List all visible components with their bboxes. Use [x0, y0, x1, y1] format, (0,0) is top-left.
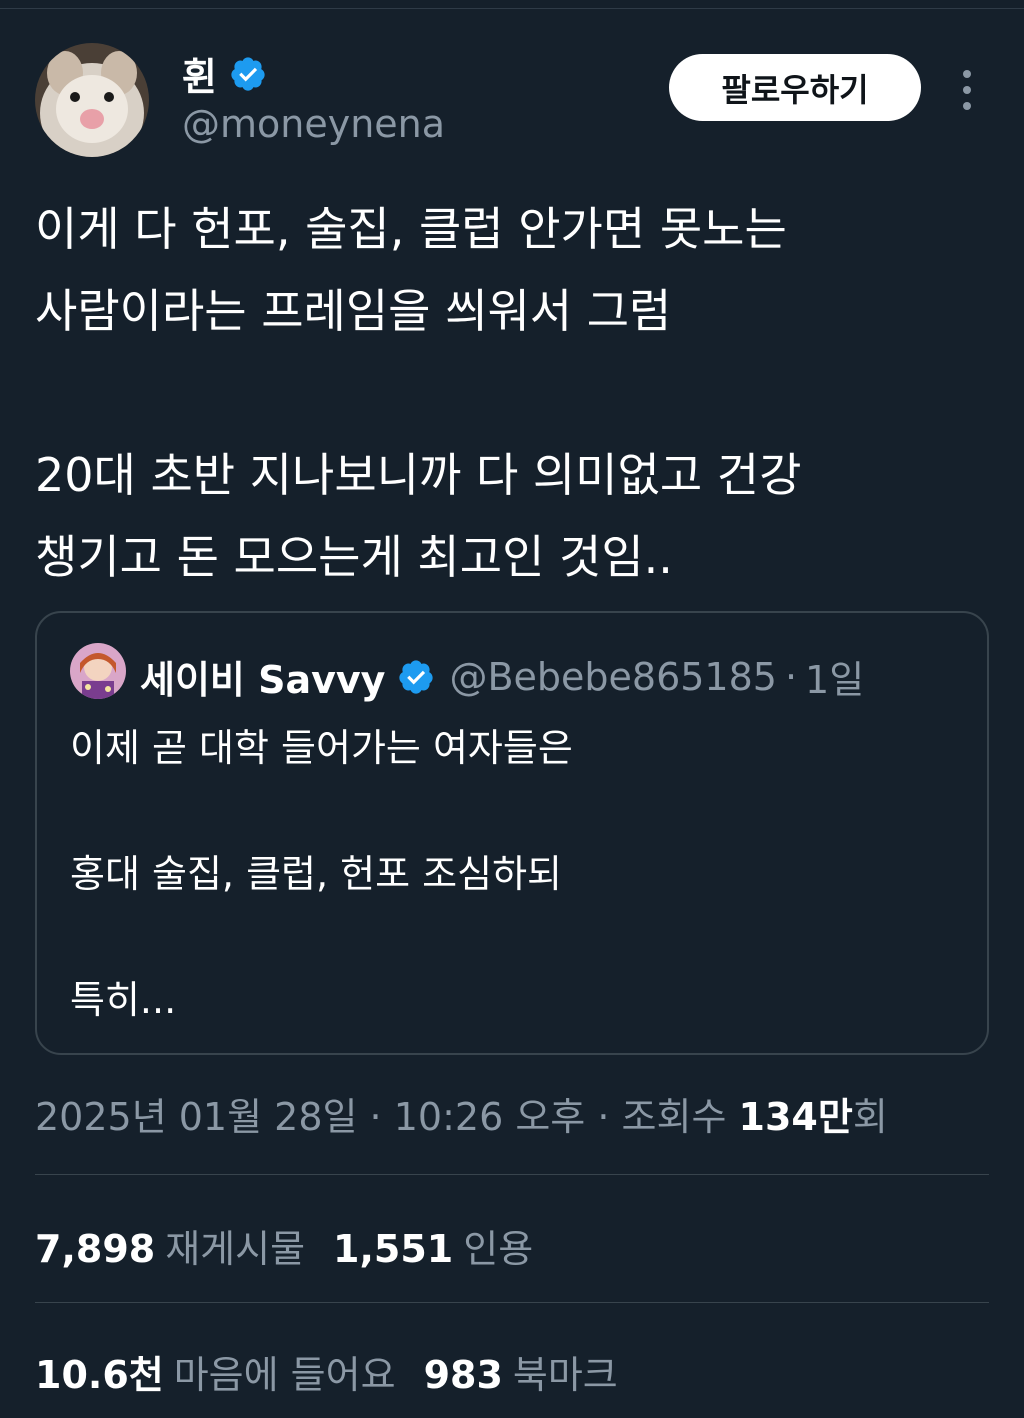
quoted-header: 세이비 Savvy @Bebebe865185 · 1일: [140, 649, 864, 704]
bookmarks-label: 북마크: [512, 1353, 618, 1397]
stats-row-1: 7,898 재게시물 1,551 인용: [35, 1218, 533, 1273]
more-dot: [963, 70, 971, 78]
verified-badge-icon: [231, 56, 265, 91]
likes-count: 10.6천: [35, 1353, 164, 1397]
quoted-tweet[interactable]: 세이비 Savvy @Bebebe865185 · 1일 이제 곧 대학 들어가…: [35, 611, 989, 1055]
top-divider: [0, 8, 1024, 9]
reposts-label: 재게시물: [165, 1227, 306, 1271]
views-label: 조회수: [621, 1095, 727, 1139]
verified-badge-icon: [399, 659, 434, 694]
likes-stat[interactable]: 10.6천 마음에 들어요: [35, 1344, 396, 1399]
more-vertical-icon[interactable]: [957, 70, 977, 110]
divider: [35, 1302, 989, 1303]
tweet-time[interactable]: 10:26 오후: [394, 1095, 586, 1139]
author-handle[interactable]: @moneynena: [182, 102, 445, 146]
separator-dot: ·: [784, 654, 798, 699]
quotes-stat[interactable]: 1,551 인용: [333, 1218, 533, 1273]
more-dot: [963, 102, 971, 110]
quoted-author-name[interactable]: 세이비 Savvy: [140, 649, 385, 704]
tweet-header: 휜 @moneynena 팔로우하기: [35, 40, 995, 160]
author-name[interactable]: 휜: [182, 46, 217, 101]
likes-label: 마음에 들어요: [173, 1353, 396, 1397]
author-avatar[interactable]: [35, 43, 149, 157]
separator-dot: ·: [369, 1095, 382, 1139]
separator-dot: ·: [597, 1095, 610, 1139]
tweet-date[interactable]: 2025년 01월 28일: [35, 1095, 357, 1139]
quoted-author-avatar[interactable]: [70, 643, 126, 699]
bookmarks-stat[interactable]: 983 북마크: [424, 1344, 618, 1399]
quoted-timestamp[interactable]: 1일: [805, 649, 864, 704]
views-suffix: 회: [852, 1095, 888, 1139]
quoted-text: 이제 곧 대학 들어가는 여자들은 홍대 술집, 클럽, 헌포 조심하되 특히.…: [70, 726, 573, 1022]
views-count: 134만: [738, 1095, 853, 1139]
reposts-count: 7,898: [35, 1227, 156, 1271]
tweet-meta: 2025년 01월 28일 · 10:26 오후 · 조회수 134만회: [35, 1086, 888, 1141]
follow-button[interactable]: 팔로우하기: [669, 54, 921, 121]
divider: [35, 1174, 989, 1175]
tweet-text: 이게 다 헌포, 술집, 클럽 안가면 못노는 사람이라는 프레임을 씌워서 그…: [35, 202, 802, 584]
quotes-label: 인용: [463, 1227, 534, 1271]
reposts-stat[interactable]: 7,898 재게시물: [35, 1218, 305, 1273]
more-dot: [963, 86, 971, 94]
bookmarks-count: 983: [423, 1353, 503, 1397]
quoted-author-handle[interactable]: @Bebebe865185: [449, 655, 777, 699]
quotes-count: 1,551: [333, 1227, 454, 1271]
author-name-row: 휜: [182, 46, 267, 101]
stats-row-2: 10.6천 마음에 들어요 983 북마크: [35, 1344, 618, 1399]
